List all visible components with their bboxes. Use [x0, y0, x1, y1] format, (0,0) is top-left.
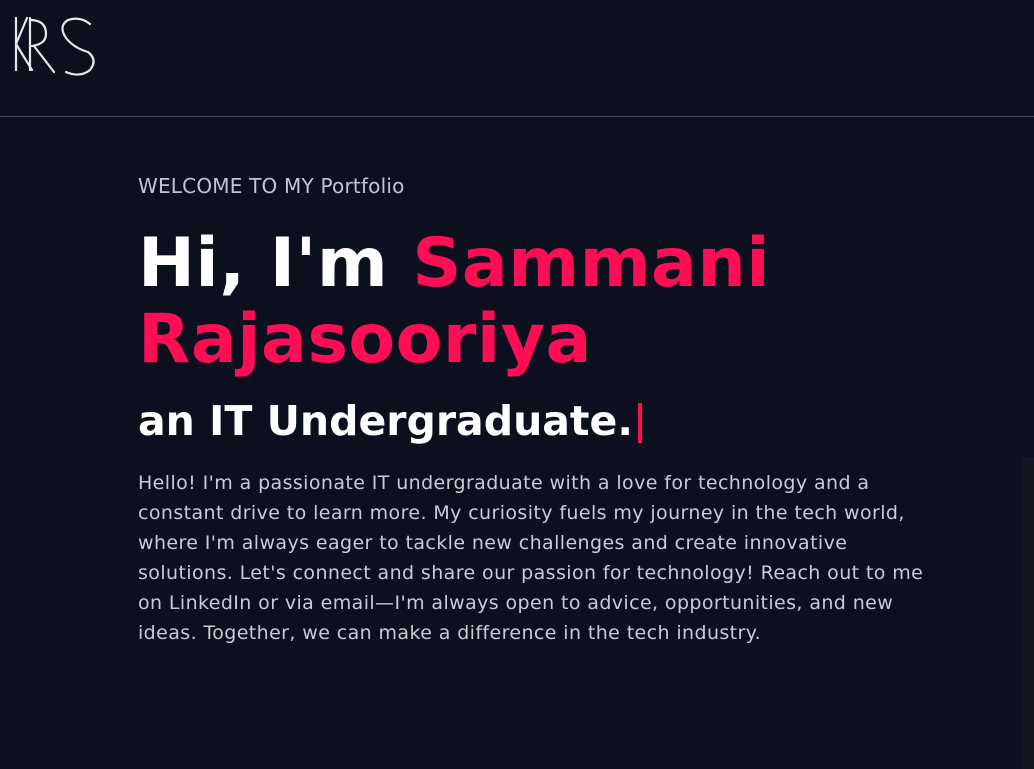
bio-paragraph: Hello! I'm a passionate IT undergraduate… — [138, 472, 924, 644]
role-text: an IT Undergraduate. — [138, 397, 633, 445]
right-edge-panel — [1022, 457, 1034, 769]
welcome-text: WELCOME TO MY Portfolio — [138, 174, 405, 198]
typing-cursor — [637, 403, 642, 443]
krs-logo[interactable] — [10, 10, 100, 80]
greeting-text: Hi, I'm — [138, 224, 413, 303]
typed-role: an IT Undergraduate. — [138, 396, 958, 446]
site-header — [0, 0, 1034, 117]
krs-logo-icon — [14, 16, 95, 76]
hero-section: WELCOME TO MY Portfolio Hi, I'm Sammani … — [138, 168, 958, 648]
hero-headline: Hi, I'm Sammani Rajasooriya — [138, 226, 958, 378]
